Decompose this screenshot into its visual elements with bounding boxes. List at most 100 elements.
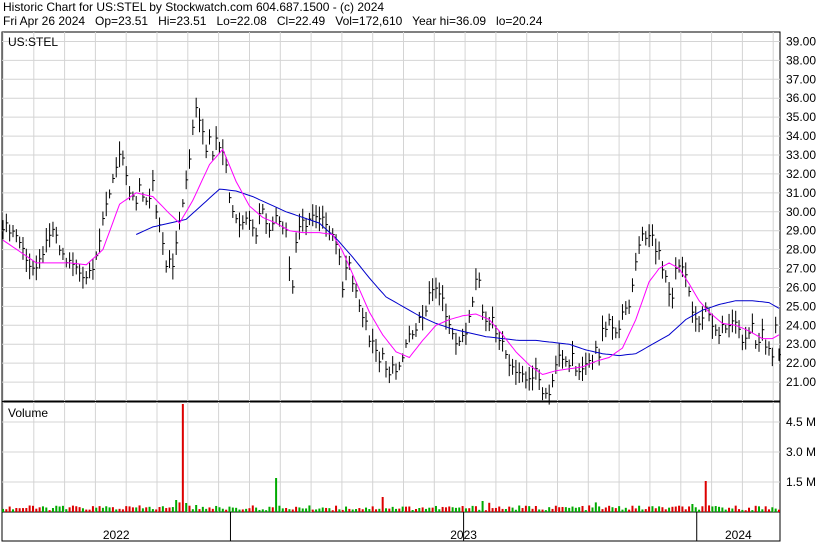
price-tick-label: 27.00 xyxy=(786,262,816,276)
volume-bar xyxy=(55,505,58,512)
volume-bar xyxy=(298,507,301,512)
volume-bar xyxy=(191,509,194,512)
volume-bar xyxy=(288,509,291,512)
volume-bar xyxy=(478,509,481,512)
price-tick-label: 23.00 xyxy=(786,337,816,351)
volume-bar xyxy=(401,506,404,512)
volume-bar xyxy=(138,505,141,512)
volume-bar xyxy=(278,505,281,512)
volume-bar xyxy=(101,507,104,512)
volume-bar xyxy=(25,508,28,512)
volume-bar xyxy=(258,509,261,512)
volume-bar xyxy=(225,509,228,512)
volume-bar xyxy=(431,507,434,512)
volume-bar xyxy=(111,507,114,512)
volume-bar xyxy=(584,510,587,512)
volume-bar xyxy=(345,506,348,512)
volume-bar xyxy=(81,508,84,512)
volume-bar xyxy=(285,508,288,512)
volume-bar xyxy=(574,507,577,512)
volume-bar xyxy=(95,507,98,512)
volume-bar xyxy=(774,508,777,512)
volume-bar xyxy=(454,507,457,512)
volume-bar xyxy=(201,506,204,512)
volume-bar xyxy=(388,508,391,512)
volume-bar xyxy=(125,506,128,512)
volume-bar xyxy=(591,507,594,512)
volume-bar xyxy=(424,508,427,512)
volume-bar xyxy=(561,506,564,512)
volume-bar xyxy=(241,509,244,512)
volume-bar xyxy=(231,507,234,512)
volume-bar xyxy=(221,508,224,512)
volume-bar xyxy=(361,509,364,512)
volume-bar xyxy=(155,509,158,512)
volume-bar xyxy=(651,506,654,512)
volume-bar xyxy=(744,510,747,512)
volume-bar xyxy=(501,508,504,512)
volume-bar xyxy=(528,506,531,512)
volume-bar xyxy=(668,507,671,512)
volume-bar xyxy=(464,508,467,512)
volume-bar xyxy=(411,509,414,512)
volume-bar xyxy=(698,509,701,512)
volume-bar xyxy=(681,506,684,512)
volume-bar xyxy=(208,507,211,512)
volume-bar xyxy=(524,505,527,512)
volume-bar xyxy=(275,478,278,512)
volume-bar xyxy=(758,506,761,512)
volume-bar xyxy=(728,507,731,512)
volume-bar xyxy=(335,505,338,512)
volume-bar xyxy=(45,507,48,512)
time-axis-label: 2024 xyxy=(725,528,752,542)
volume-bar xyxy=(378,508,381,512)
volume-bar xyxy=(594,502,597,512)
volume-bar xyxy=(175,500,178,512)
volume-bar xyxy=(638,505,641,512)
volume-bar xyxy=(341,509,344,512)
volume-bar xyxy=(418,507,421,512)
volume-bar xyxy=(38,507,41,512)
volume-bar xyxy=(31,505,34,512)
volume-bar xyxy=(448,506,451,512)
volume-bar xyxy=(15,507,18,512)
volume-bar xyxy=(611,507,614,512)
volume-bar xyxy=(511,507,514,512)
volume-bar xyxy=(581,505,584,512)
time-axis-label: 2023 xyxy=(450,528,477,542)
price-tick-label: 38.00 xyxy=(786,53,816,67)
volume-bar xyxy=(105,506,108,512)
price-tick-label: 33.00 xyxy=(786,148,816,162)
volume-bar xyxy=(58,506,61,512)
volume-bar xyxy=(71,505,74,512)
volume-bar xyxy=(498,506,501,512)
volume-bar xyxy=(281,508,284,512)
price-tick-label: 24.00 xyxy=(786,318,816,332)
volume-bar xyxy=(604,507,607,512)
volume-bar xyxy=(248,508,251,512)
volume-bar xyxy=(518,505,521,512)
volume-bar xyxy=(35,508,38,512)
volume-bar xyxy=(371,506,374,512)
volume-bar xyxy=(438,509,441,512)
volume-bar xyxy=(714,506,717,512)
volume-bar xyxy=(741,509,744,512)
volume-panel-label: Volume xyxy=(8,406,48,420)
volume-bar xyxy=(461,506,464,512)
volume-bar xyxy=(75,506,78,512)
price-tick-label: 28.00 xyxy=(786,243,816,257)
volume-bar xyxy=(355,509,358,512)
volume-bar xyxy=(551,508,554,512)
volume-bar xyxy=(131,507,134,512)
volume-bar xyxy=(474,506,477,512)
volume-bar xyxy=(751,510,754,512)
volume-bar xyxy=(41,506,44,512)
volume-bar xyxy=(724,509,727,512)
volume-bar xyxy=(218,507,221,512)
volume-bar xyxy=(718,506,721,512)
volume-bar xyxy=(404,506,407,512)
volume-bar xyxy=(678,505,681,512)
volume-bar xyxy=(648,506,651,512)
volume-bar xyxy=(434,505,437,512)
volume-bar xyxy=(701,506,704,512)
